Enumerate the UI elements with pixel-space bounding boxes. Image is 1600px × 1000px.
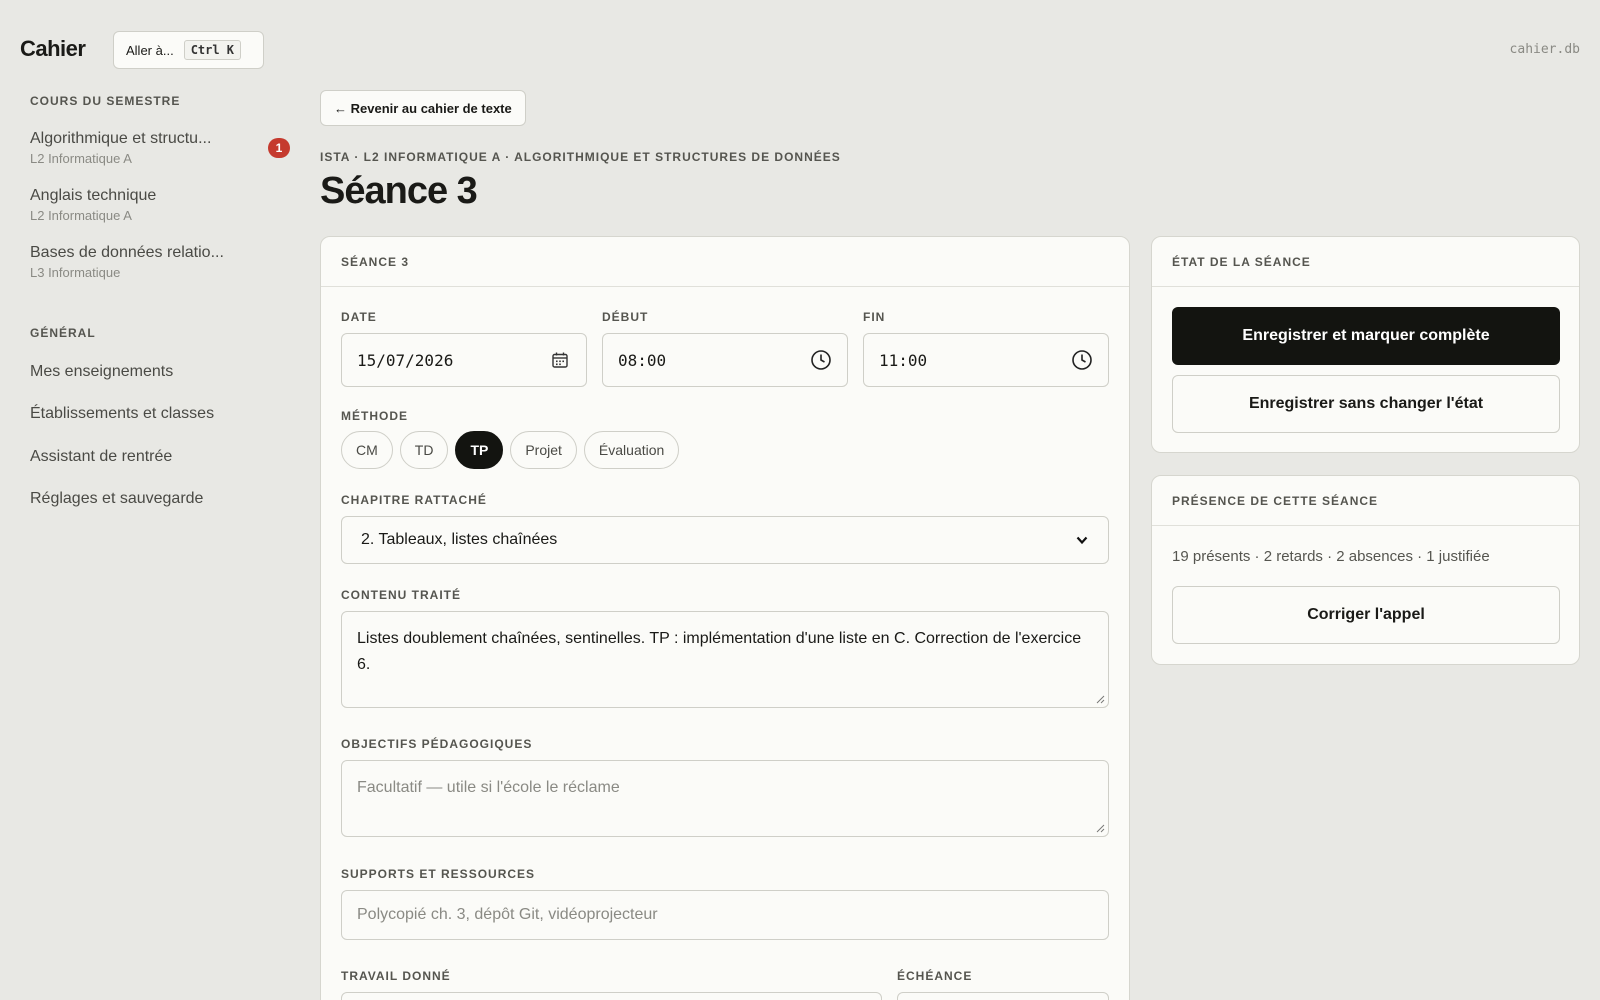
session-state-card: ÉTAT DE LA SÉANCE Enregistrer et marquer… (1151, 236, 1580, 453)
course-subtitle: L2 Informatique A (30, 208, 132, 223)
method-label: MÉTHODE (341, 409, 408, 423)
content-value: Listes doublement chaînées, sentinelles.… (357, 630, 1082, 673)
method-selector: CM TD TP Projet Évaluation (341, 431, 680, 469)
card-title: PRÉSENCE DE CETTE SÉANCE (1152, 476, 1579, 526)
start-time-field[interactable]: 08:00 (602, 333, 848, 387)
correct-attendance-button[interactable]: Corriger l'appel (1172, 586, 1560, 644)
course-title: Algorithmique et structu... (30, 130, 212, 147)
goto-label: Aller à... (126, 42, 174, 58)
end-label: FIN (863, 310, 886, 324)
date-value: 15/07/2026 (357, 350, 454, 370)
course-subtitle: L2 Informatique A (30, 151, 132, 166)
calendar-icon[interactable] (549, 349, 571, 371)
save-button[interactable]: Enregistrer sans changer l'état (1172, 375, 1560, 433)
clock-icon[interactable] (810, 349, 832, 371)
content-textarea[interactable]: Listes doublement chaînées, sentinelles.… (341, 611, 1109, 708)
end-time-field[interactable]: 11:00 (863, 333, 1109, 387)
resize-handle-icon[interactable] (1095, 823, 1105, 833)
course-subtitle: L3 Informatique (30, 265, 121, 280)
end-time-value: 11:00 (879, 350, 928, 370)
course-title: Anglais technique (30, 187, 157, 204)
sidebar-item-reglages[interactable]: Réglages et sauvegarde (30, 490, 203, 508)
breadcrumb: ISTA · L2 INFORMATIQUE A · ALGORITHMIQUE… (320, 150, 841, 164)
method-chip-tp[interactable]: TP (455, 431, 504, 469)
objectives-placeholder: Facultatif — utile si l'école le réclame (357, 779, 620, 796)
shortcut-hint: Ctrl K (183, 40, 242, 60)
general-heading: GÉNÉRAL (30, 326, 96, 340)
clock-icon[interactable] (1071, 349, 1093, 371)
homework-label: TRAVAIL DONNÉ (341, 969, 451, 983)
resources-input[interactable]: Polycopié ch. 3, dépôt Git, vidéoproject… (341, 890, 1109, 940)
resources-label: SUPPORTS ET RESSOURCES (341, 867, 536, 881)
start-label: DÉBUT (602, 310, 649, 324)
notification-badge: 1 (268, 138, 290, 158)
method-chip-projet[interactable]: Projet (510, 431, 577, 469)
sidebar-course-anglais[interactable]: Anglais technique L2 Informatique A (30, 187, 295, 223)
due-date-input[interactable] (897, 992, 1109, 1000)
date-label: DATE (341, 310, 377, 324)
sidebar-item-enseignements[interactable]: Mes enseignements (30, 363, 173, 381)
chapter-label: CHAPITRE RATTACHÉ (341, 493, 487, 507)
course-title: Bases de données relatio... (30, 244, 224, 261)
page-title: Séance 3 (320, 170, 478, 212)
database-name: cahier.db (1509, 42, 1580, 57)
method-chip-td[interactable]: TD (399, 431, 449, 469)
content-label: CONTENU TRAITÉ (341, 588, 461, 602)
presence-summary: 19 présents · 2 retards · 2 absences · 1… (1172, 548, 1490, 565)
card-title: ÉTAT DE LA SÉANCE (1152, 237, 1579, 287)
app-logo: Cahier (20, 36, 86, 61)
back-button[interactable]: ← Revenir au cahier de texte (320, 90, 526, 126)
start-time-value: 08:00 (618, 350, 667, 370)
sidebar-item-assistant[interactable]: Assistant de rentrée (30, 448, 172, 466)
presence-card: PRÉSENCE DE CETTE SÉANCE 19 présents · 2… (1151, 475, 1580, 665)
date-field[interactable]: 15/07/2026 (341, 333, 587, 387)
due-label: ÉCHÉANCE (897, 969, 973, 983)
objectives-textarea[interactable]: Facultatif — utile si l'école le réclame (341, 760, 1109, 837)
method-chip-evaluation[interactable]: Évaluation (583, 431, 680, 469)
homework-input[interactable] (341, 992, 882, 1000)
sidebar-course-algorithmique[interactable]: Algorithmique et structu... L2 Informati… (30, 130, 295, 166)
goto-search-button[interactable]: Aller à... Ctrl K (113, 31, 264, 69)
chevron-down-icon (1071, 529, 1093, 551)
chapter-value: 2. Tableaux, listes chaînées (361, 531, 558, 548)
method-chip-cm[interactable]: CM (341, 431, 393, 469)
card-title: SÉANCE 3 (321, 237, 1129, 287)
resize-handle-icon[interactable] (1095, 694, 1105, 704)
resources-placeholder: Polycopié ch. 3, dépôt Git, vidéoproject… (357, 906, 658, 923)
session-form-card: SÉANCE 3 DATE 15/07/2026 DÉBUT 08:00 FIN… (320, 236, 1130, 1000)
chapter-select[interactable]: 2. Tableaux, listes chaînées (341, 516, 1109, 564)
sidebar-item-etablissements[interactable]: Établissements et classes (30, 405, 214, 423)
objectives-label: OBJECTIFS PÉDAGOGIQUES (341, 737, 533, 751)
sidebar-course-bases-de-donnees[interactable]: Bases de données relatio... L3 Informati… (30, 244, 295, 280)
courses-heading: COURS DU SEMESTRE (30, 94, 181, 108)
save-complete-button[interactable]: Enregistrer et marquer complète (1172, 307, 1560, 365)
